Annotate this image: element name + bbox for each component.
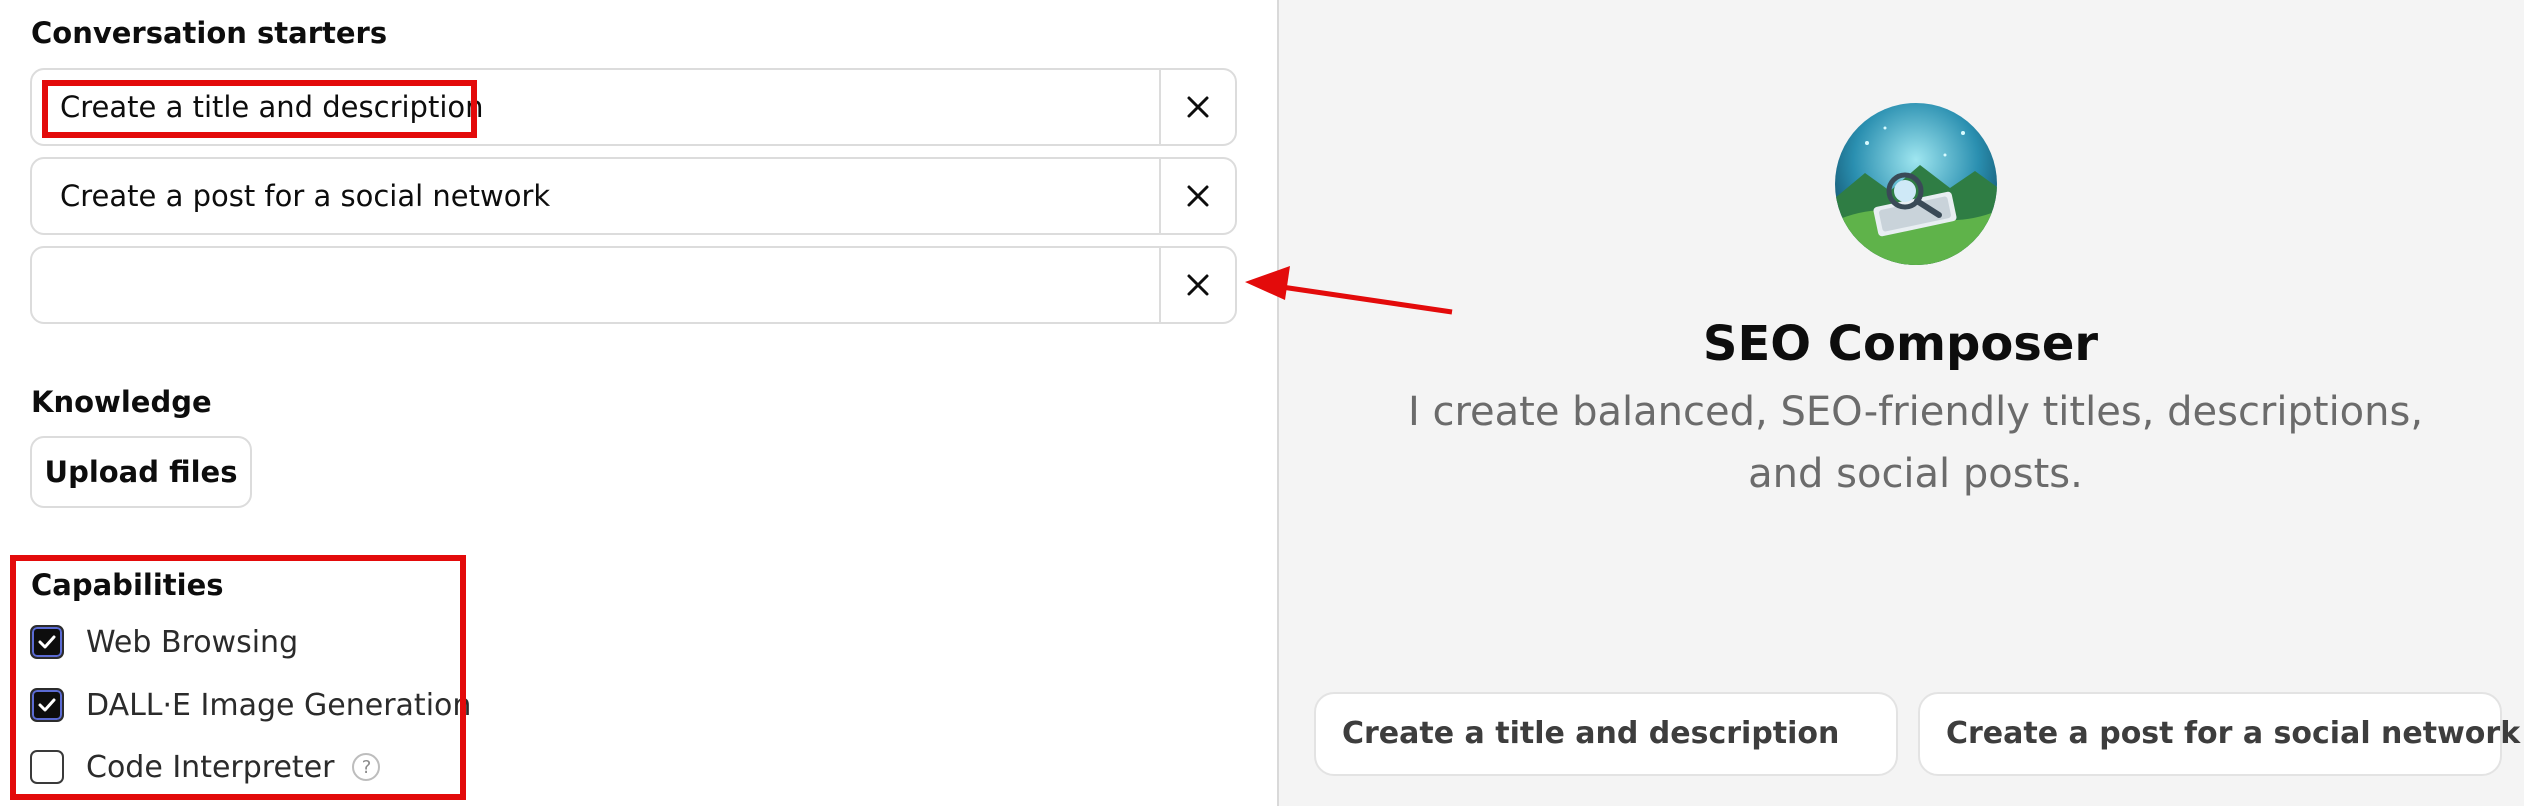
close-icon — [1187, 274, 1209, 296]
highlight-box-starter — [42, 80, 477, 138]
remove-starter-button[interactable] — [1159, 159, 1235, 233]
conversation-starters-label: Conversation starters — [31, 16, 388, 50]
knowledge-label: Knowledge — [31, 385, 212, 419]
suggestion-chip-1[interactable]: Create a title and description — [1314, 692, 1898, 776]
gpt-avatar-image — [1835, 103, 1997, 265]
gpt-avatar — [1835, 103, 1997, 265]
close-icon — [1187, 185, 1209, 207]
suggestion-chip-2[interactable]: Create a post for a social network — [1918, 692, 2520, 776]
gpt-configure-panel: Conversation starters Create a title and… — [0, 0, 1276, 806]
remove-starter-button[interactable] — [1159, 70, 1235, 144]
upload-files-button[interactable]: Upload files — [30, 436, 252, 508]
gpt-name: SEO Composer — [1702, 316, 2099, 372]
highlight-box-capabilities — [10, 555, 466, 800]
remove-starter-button[interactable] — [1159, 248, 1235, 322]
conversation-starter-input-3[interactable] — [30, 246, 1237, 324]
conversation-starter-input-2[interactable]: Create a post for a social network — [30, 157, 1237, 235]
starter-text: Create a post for a social network — [60, 179, 551, 213]
gpt-description: I create balanced, SEO-friendly titles, … — [1407, 389, 2424, 497]
close-icon — [1187, 96, 1209, 118]
